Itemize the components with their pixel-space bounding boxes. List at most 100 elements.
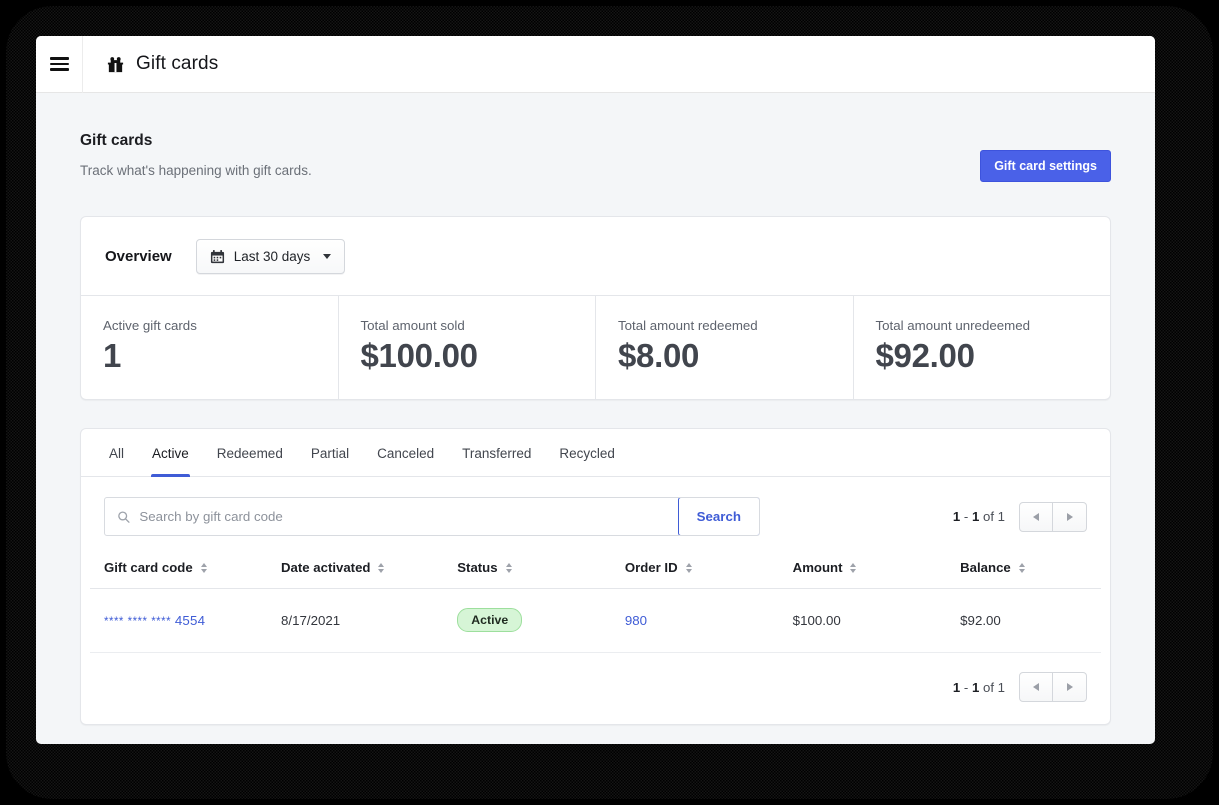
pagination-top: 1 - 1 of 1: [953, 501, 1087, 532]
column-header-date-activated[interactable]: Date activated: [281, 551, 458, 589]
pagination-of-label: of: [979, 679, 998, 695]
tab-transferred[interactable]: Transferred: [448, 429, 545, 476]
date-range-label: Last 30 days: [233, 249, 311, 264]
column-header-amount[interactable]: Amount: [792, 551, 961, 589]
app-title: Gift cards: [136, 53, 219, 74]
search-group: Search: [104, 497, 760, 536]
column-header-gift-card-code[interactable]: Gift card code: [90, 551, 282, 589]
metric-value: $8.00: [618, 337, 700, 374]
sort-icon: [505, 562, 512, 573]
search-input[interactable]: [139, 509, 666, 524]
metric-value: 1: [103, 337, 122, 374]
pagination-prev-button[interactable]: [1019, 672, 1053, 702]
column-label: Amount: [792, 560, 843, 575]
order-id-link[interactable]: 980: [625, 613, 647, 628]
triangle-left-icon: [1033, 683, 1039, 691]
sort-icon: [685, 562, 692, 573]
column-label: Gift card code: [104, 560, 193, 575]
metrics-row: Active gift cards 1 Total amount sold $1…: [81, 295, 1110, 399]
triangle-right-icon: [1066, 683, 1073, 691]
pagination-buttons: [1019, 672, 1087, 702]
pagination-separator: -: [960, 679, 972, 695]
column-header-status[interactable]: Status: [457, 551, 625, 589]
table-body: **** **** **** 4554 8/17/2021 Active 980: [90, 588, 1101, 653]
chevron-down-icon: [323, 254, 332, 259]
gift-icon: [107, 56, 124, 72]
gift-card-code-mask: **** **** ****: [104, 615, 172, 628]
metric-total-amount-redeemed: Total amount redeemed $8.00: [596, 296, 854, 399]
top-bar: Gift cards: [36, 36, 1155, 93]
gift-cards-list-card: All Active Redeemed Partial Canceled Tra…: [80, 428, 1111, 725]
pagination-next-button[interactable]: [1053, 501, 1087, 532]
cell-status: Active: [457, 588, 625, 653]
cell-amount: $100.00: [792, 588, 961, 653]
overview-card: Overview Last 30 days Active gift cards …: [80, 216, 1111, 400]
cell-balance: $92.00: [960, 588, 1101, 653]
pagination-range-label: 1 - 1 of 1: [953, 680, 1005, 695]
search-icon: [118, 510, 130, 523]
column-label: Balance: [960, 560, 1011, 575]
menu-button[interactable]: [36, 36, 83, 93]
pagination-prev-button[interactable]: [1019, 501, 1053, 532]
metric-label: Total amount sold: [360, 318, 465, 333]
list-toolbar: Search 1 - 1 of 1: [81, 477, 1110, 551]
pagination-total: 1: [997, 679, 1005, 695]
status-tabs: All Active Redeemed Partial Canceled Tra…: [81, 429, 1110, 477]
tab-recycled[interactable]: Recycled: [545, 429, 629, 476]
page-title: Gift cards: [80, 132, 153, 149]
column-label: Date activated: [281, 560, 371, 575]
sort-icon: [200, 562, 207, 573]
metric-active-gift-cards: Active gift cards 1: [81, 296, 339, 399]
pagination-next-button[interactable]: [1053, 672, 1087, 702]
table-header-row: Gift card code Date activated Status Ord…: [90, 551, 1101, 589]
sort-icon: [1018, 562, 1025, 573]
table-head: Gift card code Date activated Status Ord…: [90, 551, 1101, 589]
column-header-order-id[interactable]: Order ID: [624, 551, 793, 589]
pagination-buttons: [1019, 501, 1087, 532]
overview-header: Overview Last 30 days: [81, 217, 1110, 295]
cell-order-id[interactable]: 980: [624, 588, 793, 653]
cell-gift-card-code[interactable]: **** **** **** 4554: [90, 588, 282, 653]
table-row: **** **** **** 4554 8/17/2021 Active 980: [90, 588, 1101, 653]
gift-cards-table: Gift card code Date activated Status Ord…: [90, 551, 1101, 653]
overview-title: Overview: [105, 248, 172, 265]
tab-active[interactable]: Active: [138, 429, 203, 477]
gift-card-code-last4: 4554: [174, 612, 206, 628]
gift-card-settings-button[interactable]: Gift card settings: [980, 149, 1111, 182]
date-range-dropdown[interactable]: Last 30 days: [195, 239, 346, 274]
page-subtitle: Track what's happening with gift cards.: [80, 163, 312, 178]
metric-value: $92.00: [875, 337, 975, 374]
screen: Gift cards Gift cards Track what's happe…: [0, 0, 1219, 805]
triangle-left-icon: [1033, 512, 1039, 521]
tab-redeemed[interactable]: Redeemed: [203, 429, 297, 476]
search-button[interactable]: Search: [677, 498, 759, 535]
metric-label: Active gift cards: [103, 318, 197, 333]
page-body: Gift cards Track what's happening with g…: [36, 93, 1155, 725]
column-label: Status: [457, 560, 498, 575]
metric-total-amount-sold: Total amount sold $100.00: [339, 296, 596, 399]
table-container: Gift card code Date activated Status Ord…: [81, 551, 1110, 653]
pagination-separator: -: [960, 509, 972, 524]
app-identity: Gift cards: [83, 53, 218, 75]
page-header: Gift cards Track what's happening with g…: [80, 93, 1111, 182]
pagination-of-label: of: [979, 509, 998, 524]
pagination-range-label: 1 - 1 of 1: [953, 509, 1005, 524]
tab-canceled[interactable]: Canceled: [363, 429, 448, 476]
app-window: Gift cards Gift cards Track what's happe…: [36, 36, 1155, 744]
cell-date-activated: 8/17/2021: [281, 588, 458, 653]
metric-total-amount-unredeemed: Total amount unredeemed $92.00: [854, 296, 1111, 399]
metric-label: Total amount redeemed: [618, 318, 758, 333]
search-field[interactable]: [105, 498, 678, 535]
column-label: Order ID: [624, 560, 678, 575]
tab-all[interactable]: All: [95, 429, 138, 476]
column-header-balance[interactable]: Balance: [960, 551, 1101, 589]
tab-partial[interactable]: Partial: [297, 429, 363, 476]
triangle-right-icon: [1066, 512, 1073, 521]
metric-value: $100.00: [360, 337, 478, 374]
sort-icon: [850, 562, 857, 573]
sort-icon: [378, 562, 385, 573]
pagination-total: 1: [997, 509, 1005, 524]
calendar-icon: [210, 249, 224, 264]
metric-label: Total amount unredeemed: [875, 318, 1031, 333]
hamburger-icon: [49, 54, 69, 74]
